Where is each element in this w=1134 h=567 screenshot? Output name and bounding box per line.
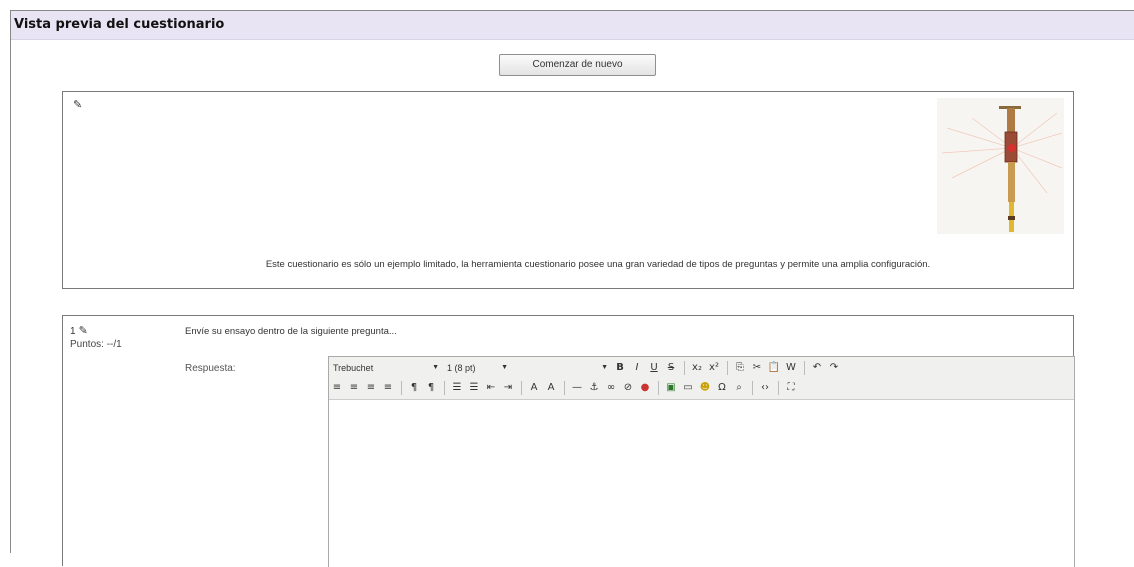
redo-icon[interactable]: ↷ (826, 360, 842, 376)
superscript-icon[interactable]: x² (706, 360, 722, 376)
font-size-select[interactable]: 1 (8 pt) ▼ (443, 361, 512, 375)
smiley-icon[interactable]: ☻ (697, 380, 713, 396)
image-icon[interactable]: ▣ (663, 380, 679, 396)
align-left-icon[interactable]: ≡ (329, 380, 345, 396)
align-right-icon[interactable]: ≡ (363, 380, 379, 396)
align-justify-icon[interactable]: ≡ (380, 380, 396, 396)
search-replace-icon[interactable]: ⌕ (731, 380, 747, 396)
toolbar-separator (727, 361, 728, 375)
horizontal-rule-icon[interactable]: — (569, 380, 585, 396)
toolbar-separator (564, 381, 565, 395)
anchor-icon[interactable]: ⚓ (586, 380, 602, 396)
indent-icon[interactable]: ⇥ (500, 380, 516, 396)
editor-toolbar: Trebuchet ▼ 1 (8 pt) ▼ ▼ B I U S x₂ x² ⎘… (329, 357, 1074, 400)
toolbar-separator (401, 381, 402, 395)
strikethrough-icon[interactable]: S (663, 360, 679, 376)
outdent-icon[interactable]: ⇤ (483, 380, 499, 396)
toolbar-row-1: Trebuchet ▼ 1 (8 pt) ▼ ▼ B I U S x₂ x² ⎘… (329, 359, 843, 377)
link-icon[interactable]: ∞ (603, 380, 619, 396)
toolbar-separator (778, 381, 779, 395)
toolbar-separator (804, 361, 805, 375)
question-box: 1 ✎ Puntos: --/1 Envíe su ensayo dentro d… (62, 315, 1075, 567)
question-points: Puntos: --/1 (70, 339, 122, 350)
text-color-icon[interactable]: A (526, 380, 542, 396)
chevron-down-icon: ▼ (501, 364, 508, 371)
intro-box: ✎ Este cuestionario es sólo un ejemplo l… (62, 91, 1074, 289)
table-icon[interactable]: ▭ (680, 380, 696, 396)
html-source-icon[interactable]: ‹› (757, 380, 773, 396)
italic-icon[interactable]: I (629, 360, 645, 376)
chevron-down-icon: ▼ (432, 364, 439, 371)
answer-textarea[interactable] (329, 400, 1074, 567)
intro-text: Este cuestionario es sólo un ejemplo lim… (265, 259, 931, 270)
font-family-value: Trebuchet (333, 363, 374, 373)
chevron-down-icon: ▼ (601, 364, 608, 371)
numbered-list-icon[interactable]: ☰ (449, 380, 465, 396)
page-header: Vista previa del cuestionario (11, 11, 1134, 40)
format-select[interactable]: ▼ (512, 361, 612, 375)
bullet-list-icon[interactable]: ☰ (466, 380, 482, 396)
underline-icon[interactable]: U (646, 360, 662, 376)
align-center-icon[interactable]: ≡ (346, 380, 362, 396)
rich-text-editor: Trebuchet ▼ 1 (8 pt) ▼ ▼ B I U S x₂ x² ⎘… (328, 356, 1075, 567)
edit-icon[interactable]: ✎ (73, 98, 82, 111)
illustration-image (937, 98, 1064, 234)
nolink-icon[interactable]: ● (637, 380, 653, 396)
quiz-preview-frame: Vista previa del cuestionario Comenzar d… (10, 10, 1134, 567)
paste-icon[interactable]: 📋 (766, 360, 782, 376)
paste-word-icon[interactable]: W (783, 360, 799, 376)
undo-icon[interactable]: ↶ (809, 360, 825, 376)
rtl-icon[interactable]: ¶ (423, 380, 439, 396)
edit-icon[interactable]: ✎ (79, 325, 88, 337)
toolbar-separator (444, 381, 445, 395)
ltr-icon[interactable]: ¶ (406, 380, 422, 396)
fullscreen-icon[interactable]: ⛶ (783, 380, 799, 396)
bold-icon[interactable]: B (612, 360, 628, 376)
background-color-icon[interactable]: A (543, 380, 559, 396)
cut-icon[interactable]: ✂ (749, 360, 765, 376)
toolbar-separator (521, 381, 522, 395)
unlink-icon[interactable]: ⊘ (620, 380, 636, 396)
toolbar-separator (752, 381, 753, 395)
restart-button[interactable]: Comenzar de nuevo (499, 54, 656, 76)
font-size-value: 1 (8 pt) (447, 363, 476, 373)
special-char-icon[interactable]: Ω (714, 380, 730, 396)
page-title: Vista previa del cuestionario (14, 17, 225, 32)
toolbar-separator (658, 381, 659, 395)
toolbar-row-2: ≡ ≡ ≡ ≡ ¶ ¶ ☰ ☰ ⇤ ⇥ A A — ⚓ ∞ ⊘ ● ▣ ▭ ☻ … (329, 379, 800, 397)
toolbar-separator (684, 361, 685, 375)
copy-icon[interactable]: ⎘ (732, 360, 748, 376)
question-number-value: 1 (70, 326, 76, 337)
answer-label: Respuesta: (185, 363, 236, 374)
question-number: 1 ✎ (70, 324, 88, 337)
question-text: Envíe su ensayo dentro de la siguiente p… (185, 326, 397, 337)
subscript-icon[interactable]: x₂ (689, 360, 705, 376)
font-family-select[interactable]: Trebuchet ▼ (329, 361, 443, 375)
